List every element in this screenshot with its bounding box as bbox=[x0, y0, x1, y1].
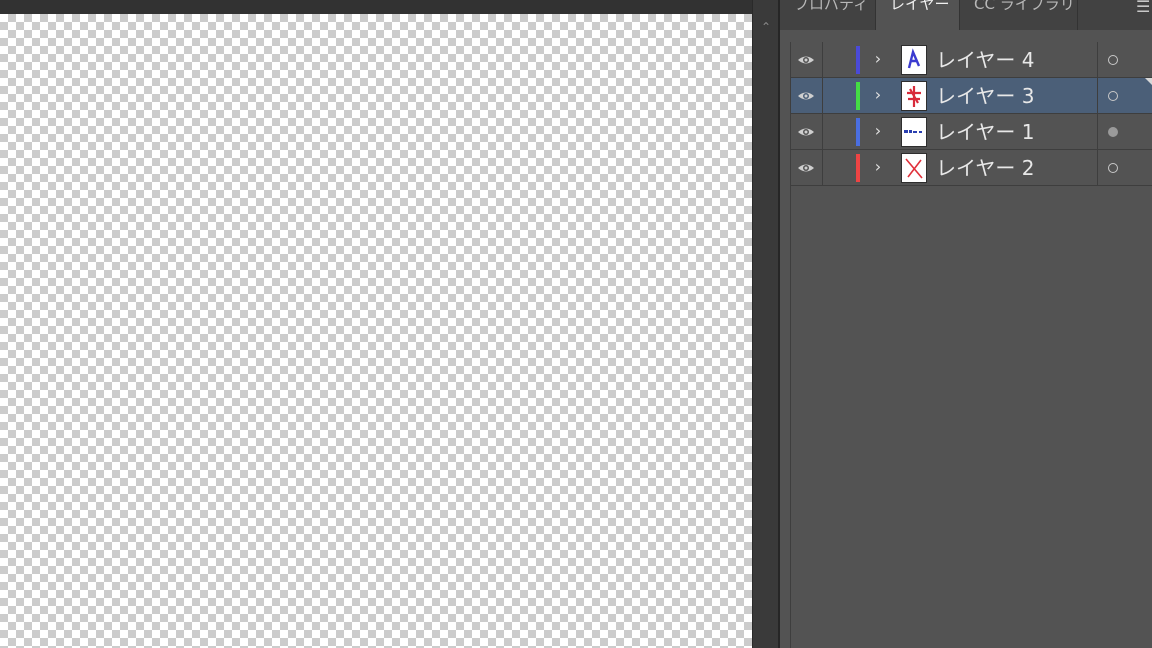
chevron-right-icon[interactable]: › bbox=[871, 121, 885, 141]
target-circle-icon[interactable] bbox=[1108, 55, 1118, 65]
panel-tab-bar: プロパティ レイヤー CC ライブラリ ☰ bbox=[780, 0, 1152, 30]
scroll-up-arrow-icon[interactable]: ⌃ bbox=[759, 20, 773, 34]
target-circle-icon[interactable] bbox=[1108, 163, 1118, 173]
hamburger-menu-icon[interactable]: ☰ bbox=[1136, 0, 1152, 16]
blue-text-thumbnail bbox=[901, 117, 927, 147]
layer-color-bar bbox=[856, 154, 860, 182]
layer-row-selected[interactable]: › レイヤー 3 bbox=[791, 78, 1152, 114]
tab-layers[interactable]: レイヤー bbox=[876, 0, 960, 30]
column-divider bbox=[1097, 150, 1098, 186]
chevron-right-icon[interactable]: › bbox=[871, 157, 885, 177]
layer-row[interactable]: › レイヤー 2 bbox=[791, 150, 1152, 186]
layer-color-bar bbox=[856, 46, 860, 74]
tab-layers-label: レイヤー bbox=[890, 0, 950, 13]
red-mark-thumbnail bbox=[901, 81, 927, 111]
eye-icon[interactable] bbox=[797, 124, 815, 140]
tab-cc-libraries[interactable]: CC ライブラリ bbox=[960, 0, 1078, 30]
layer-name[interactable]: レイヤー 4 bbox=[936, 49, 1034, 71]
selection-corner-indicator bbox=[1145, 78, 1152, 86]
layer-color-bar bbox=[856, 82, 860, 110]
column-divider bbox=[822, 150, 823, 186]
layer-row[interactable]: › レイヤー 4 bbox=[791, 42, 1152, 78]
tab-properties[interactable]: プロパティ bbox=[780, 0, 876, 30]
column-divider bbox=[1097, 42, 1098, 78]
eye-icon[interactable] bbox=[797, 52, 815, 68]
tab-cc-libraries-label: CC ライブラリ bbox=[974, 0, 1075, 13]
layers-panel: プロパティ レイヤー CC ライブラリ ☰ › レイヤー 4 › レイヤー 3 … bbox=[780, 0, 1152, 648]
target-circle-filled-icon[interactable] bbox=[1108, 127, 1118, 137]
layer-color-bar bbox=[856, 118, 860, 146]
column-divider bbox=[822, 114, 823, 150]
column-divider bbox=[1097, 78, 1098, 114]
transparent-canvas[interactable] bbox=[0, 14, 752, 648]
layer-name[interactable]: レイヤー 3 bbox=[936, 85, 1034, 107]
chevron-right-icon[interactable]: › bbox=[871, 85, 885, 105]
eye-icon[interactable] bbox=[797, 88, 815, 104]
eye-icon[interactable] bbox=[797, 160, 815, 176]
red-x-thumbnail bbox=[901, 153, 927, 183]
column-divider bbox=[1097, 114, 1098, 150]
chevron-right-icon[interactable]: › bbox=[871, 49, 885, 69]
layer-row[interactable]: › レイヤー 1 bbox=[791, 114, 1152, 150]
layer-name[interactable]: レイヤー 1 bbox=[936, 121, 1034, 143]
target-circle-icon[interactable] bbox=[1108, 91, 1118, 101]
vertical-scrollbar[interactable]: ⌃ bbox=[752, 0, 778, 648]
canvas-top-bar bbox=[0, 0, 752, 14]
layers-list: › レイヤー 4 › レイヤー 3 › レイヤー 1 › レイヤー 2 bbox=[790, 42, 1152, 648]
letter-a-thumbnail bbox=[901, 45, 927, 75]
layer-name[interactable]: レイヤー 2 bbox=[936, 157, 1034, 179]
column-divider bbox=[822, 78, 823, 114]
column-divider bbox=[822, 42, 823, 78]
tab-properties-label: プロパティ bbox=[794, 0, 869, 13]
